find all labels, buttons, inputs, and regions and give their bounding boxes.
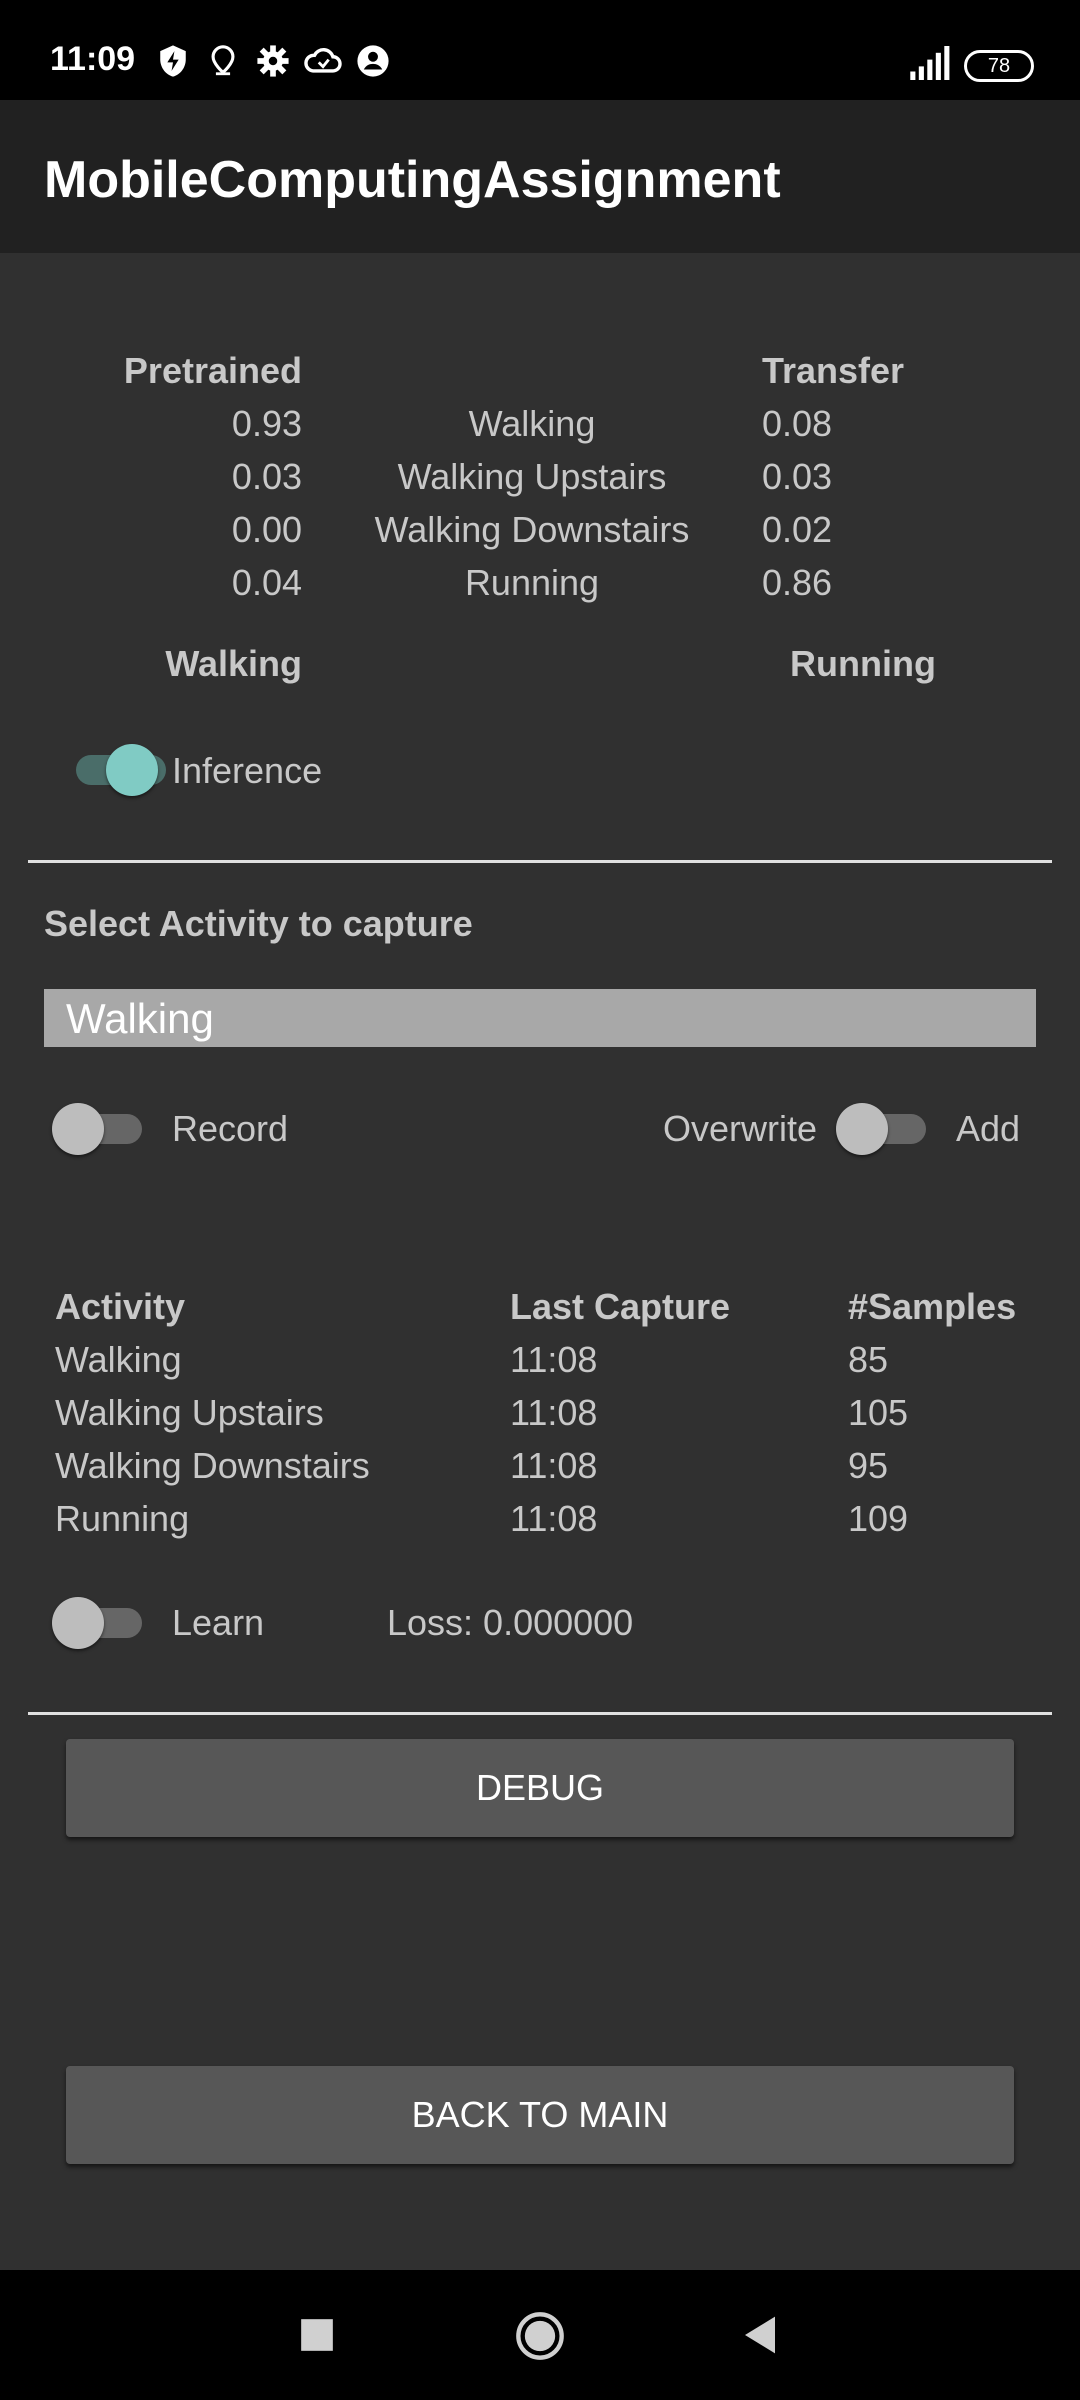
capture-section-title: Select Activity to capture: [44, 903, 473, 944]
app-title: MobileComputingAssignment: [44, 151, 781, 209]
transfer-value: 0.86: [762, 562, 833, 603]
transfer-value: 0.08: [762, 403, 833, 444]
sample-last-capture: 11:08: [510, 1498, 598, 1539]
pretrained-value: 0.03: [231, 456, 302, 497]
account-icon: [357, 45, 389, 77]
pretrained-value: 0.00: [231, 509, 302, 550]
inference-label: Inference: [172, 750, 323, 791]
activity-dropdown-value: Walking: [66, 995, 214, 1042]
sample-count: 95: [848, 1445, 889, 1486]
debug-button[interactable]: DEBUG: [66, 1739, 1014, 1837]
overwrite-label: Overwrite: [663, 1108, 818, 1149]
location-pin-icon: [211, 45, 235, 76]
activity-column-header: Activity: [55, 1286, 186, 1327]
pretrained-result: Walking: [165, 643, 302, 684]
sample-count: 105: [848, 1392, 909, 1433]
record-switch-thumb: [52, 1103, 104, 1155]
shield-icon: [160, 45, 186, 77]
record-label: Record: [172, 1108, 289, 1149]
gear-icon: [257, 45, 289, 77]
transfer-value: 0.03: [762, 456, 833, 497]
status-time: 11:09: [50, 40, 136, 78]
inference-switch[interactable]: [72, 744, 172, 796]
activity-label: Walking Upstairs: [397, 456, 667, 497]
activity-label: Running: [464, 562, 600, 603]
learn-label: Learn: [172, 1602, 265, 1643]
sample-last-capture: 11:08: [510, 1339, 598, 1380]
add-label: Add: [956, 1108, 1021, 1149]
transfer-value: 0.02: [762, 509, 833, 550]
activity-label: Walking Downstairs: [374, 509, 690, 550]
recents-icon[interactable]: [298, 2316, 336, 2354]
sample-activity: Walking: [55, 1339, 182, 1380]
pretrained-header: Pretrained: [123, 350, 302, 391]
loss-value: Loss: 0.000000: [387, 1602, 634, 1643]
home-icon[interactable]: [514, 2310, 566, 2362]
transfer-result: Running: [790, 643, 936, 684]
sample-activity: Running: [55, 1498, 190, 1539]
divider: [28, 860, 1052, 863]
last-capture-column-header: Last Capture: [510, 1286, 731, 1327]
overwrite-add-switch[interactable]: [836, 1103, 930, 1155]
back-to-main-button[interactable]: BACK TO MAIN: [66, 2066, 1014, 2164]
overwrite-add-switch-thumb: [836, 1103, 888, 1155]
pretrained-value: 0.04: [231, 562, 302, 603]
cloud-icon: [304, 48, 342, 73]
record-switch[interactable]: [52, 1103, 146, 1155]
sample-last-capture: 11:08: [510, 1445, 598, 1486]
transfer-header: Transfer: [762, 350, 905, 391]
samples-column-header: #Samples: [848, 1286, 1017, 1327]
sample-last-capture: 11:08: [510, 1392, 598, 1433]
learn-switch[interactable]: [52, 1597, 146, 1649]
activity-label: Walking: [468, 403, 596, 444]
battery-indicator: 78: [964, 50, 1034, 82]
divider: [28, 1712, 1052, 1715]
sample-count: 109: [848, 1498, 909, 1539]
sample-activity: Walking Downstairs: [55, 1445, 370, 1486]
signal-icon: [910, 46, 950, 80]
sample-activity: Walking Upstairs: [55, 1392, 324, 1433]
back-icon[interactable]: [740, 2314, 780, 2356]
sample-count: 85: [848, 1339, 889, 1380]
pretrained-value: 0.93: [231, 403, 302, 444]
learn-switch-thumb: [52, 1597, 104, 1649]
inference-switch-thumb: [106, 744, 158, 796]
